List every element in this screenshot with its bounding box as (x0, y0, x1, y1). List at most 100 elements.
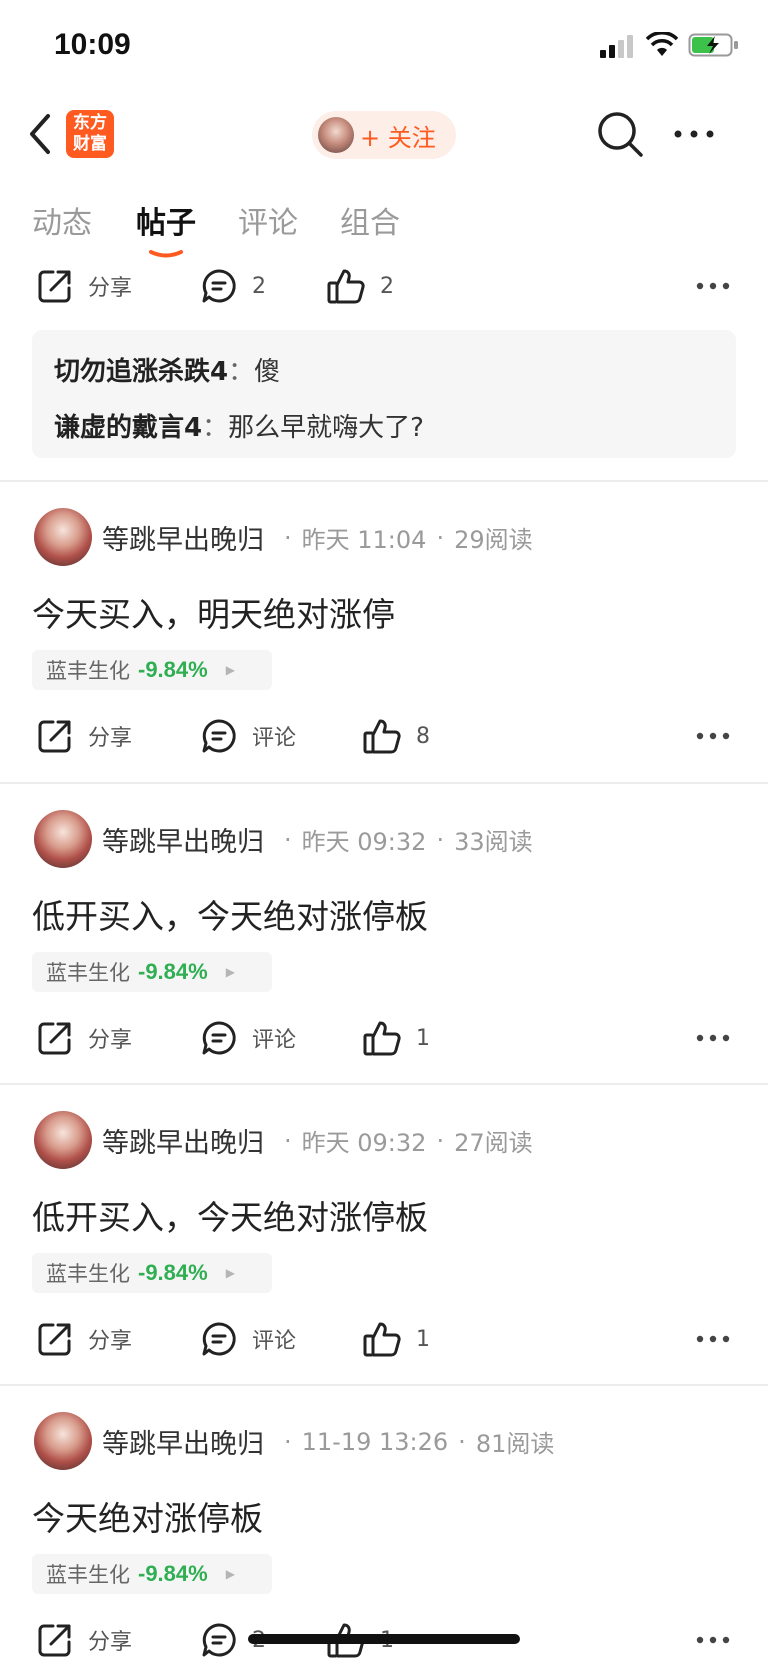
more-icon[interactable] (672, 124, 716, 148)
play-arrow-icon: ▶ (225, 1567, 235, 1581)
divider (0, 1384, 768, 1386)
stock-name: 蓝丰生化 (46, 1563, 130, 1587)
thumbs-up-icon (363, 1021, 401, 1056)
post-reads: 33阅读 (454, 828, 533, 856)
avatar[interactable] (34, 810, 92, 868)
post-title[interactable]: 今天绝对涨停板 (32, 1492, 263, 1540)
post-time: 昨天 09:32 (301, 828, 427, 856)
comment-label: 评论 (252, 1028, 297, 1053)
stock-tag[interactable]: 蓝丰生化 -9.84% ▶ (32, 650, 272, 690)
post-author[interactable]: 等跳早出晚归 (102, 1422, 264, 1461)
share-button[interactable]: 分享 (36, 256, 132, 316)
tab-dynamics[interactable]: 动态 (32, 198, 92, 242)
tab-portfolio[interactable]: 组合 (340, 198, 400, 242)
comment-button[interactable]: 评论 (200, 1309, 296, 1369)
more-icon[interactable] (696, 706, 730, 766)
app-logo: 东方 财富 (66, 110, 114, 158)
like-count: 8 (416, 723, 430, 749)
tab-comments[interactable]: 评论 (238, 198, 298, 242)
home-indicator[interactable] (248, 1634, 520, 1644)
comment-button[interactable]: 评论 (200, 706, 296, 766)
post-time: 昨天 09:32 (301, 1129, 427, 1157)
comment-item: 谦虚的戴言4：那么早就嗨大了? (54, 413, 424, 443)
tab-posts[interactable]: 帖子 (136, 198, 196, 242)
share-button[interactable]: 分享 (36, 706, 132, 766)
back-icon[interactable] (26, 112, 54, 160)
stock-change: -9.84% (138, 1260, 208, 1285)
divider (0, 480, 768, 482)
post-author[interactable]: 等跳早出晚归 (102, 820, 264, 859)
play-arrow-icon: ▶ (225, 965, 235, 979)
play-arrow-icon: ▶ (225, 1266, 235, 1280)
post-time: 昨天 11:04 (301, 526, 427, 554)
more-icon[interactable] (696, 1309, 730, 1369)
post-title[interactable]: 今天买入，明天绝对涨停 (32, 588, 395, 636)
like-count: 1 (416, 1025, 430, 1051)
post-author[interactable]: 等跳早出晚归 (102, 518, 264, 557)
avatar (318, 117, 354, 153)
comment-author[interactable]: 谦虚的戴言4 (54, 413, 202, 443)
logo-line1: 东方 (73, 113, 107, 133)
stock-name: 蓝丰生化 (46, 1262, 130, 1286)
more-icon[interactable] (696, 1610, 730, 1670)
avatar[interactable] (34, 1412, 92, 1470)
share-icon (38, 270, 71, 303)
follow-button[interactable]: + 关注 (312, 111, 456, 159)
comment-preview-box[interactable]: 切勿追涨杀跌4：傻 谦虚的戴言4：那么早就嗨大了? (32, 330, 736, 458)
share-button[interactable]: 分享 (36, 1008, 132, 1068)
share-label: 分享 (88, 1028, 133, 1053)
post-meta: 等跳早出晚归 · 昨天 11:04 · 29阅读 (102, 518, 533, 557)
tab-active-indicator (148, 244, 184, 258)
stock-tag[interactable]: 蓝丰生化 -9.84% ▶ (32, 1253, 272, 1293)
post-actions: 分享 评论 1 (0, 1008, 768, 1068)
share-label: 分享 (88, 1630, 133, 1655)
comment-icon (202, 1322, 236, 1356)
post-author[interactable]: 等跳早出晚归 (102, 1121, 264, 1160)
share-button[interactable]: 分享 (36, 1309, 132, 1369)
like-count: 2 (380, 273, 394, 299)
share-label: 分享 (88, 726, 133, 751)
stock-name: 蓝丰生化 (46, 659, 130, 683)
search-icon[interactable] (596, 110, 644, 162)
comment-label: 评论 (252, 1329, 297, 1354)
post-time: 11-19 13:26 (301, 1427, 449, 1456)
share-icon (38, 720, 71, 753)
comment-button[interactable]: 2 (200, 256, 266, 316)
share-icon (38, 1022, 71, 1055)
like-button[interactable]: 1 (362, 1008, 430, 1068)
comment-icon (202, 269, 236, 303)
avatar[interactable] (34, 508, 92, 566)
share-label: 分享 (88, 276, 133, 301)
post-title[interactable]: 低开买入，今天绝对涨停板 (32, 890, 428, 938)
battery-icon (688, 32, 740, 62)
comment-icon (202, 1623, 236, 1657)
stock-change: -9.84% (138, 657, 208, 682)
divider (0, 782, 768, 784)
comment-text: 傻 (254, 357, 281, 387)
comment-button[interactable]: 评论 (200, 1008, 296, 1068)
post-reads: 27阅读 (454, 1129, 533, 1157)
comment-label: 评论 (252, 726, 297, 751)
like-button[interactable]: 8 (362, 706, 430, 766)
signal-icon (598, 34, 638, 62)
more-icon[interactable] (696, 1008, 730, 1068)
post-title[interactable]: 低开买入，今天绝对涨停板 (32, 1191, 428, 1239)
stock-name: 蓝丰生化 (46, 961, 130, 985)
avatar[interactable] (34, 1111, 92, 1169)
more-icon[interactable] (696, 256, 730, 316)
post-meta: 等跳早出晚归 · 昨天 09:32 · 27阅读 (102, 1121, 533, 1160)
stock-tag[interactable]: 蓝丰生化 -9.84% ▶ (32, 1554, 272, 1594)
like-button[interactable]: 2 (326, 256, 394, 316)
stock-tag[interactable]: 蓝丰生化 -9.84% ▶ (32, 952, 272, 992)
post-actions: 分享 评论 8 (0, 706, 768, 766)
comment-author[interactable]: 切勿追涨杀跌4 (54, 357, 228, 387)
thumbs-up-icon (327, 269, 365, 304)
comment-icon (202, 719, 236, 753)
status-time: 10:09 (54, 28, 131, 61)
stock-change: -9.84% (138, 1561, 208, 1586)
post-actions: 分享 评论 1 (0, 1309, 768, 1369)
share-button[interactable]: 分享 (36, 1610, 132, 1670)
like-button[interactable]: 1 (362, 1309, 430, 1369)
play-arrow-icon: ▶ (225, 663, 235, 677)
thumbs-up-icon (363, 1322, 401, 1357)
